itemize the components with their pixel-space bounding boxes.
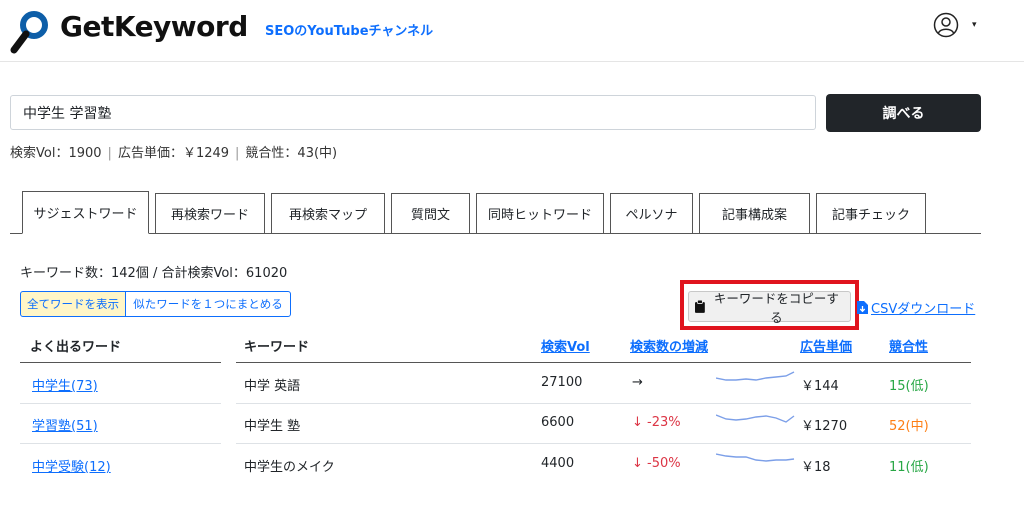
frequent-word-link[interactable]: 中学生(73) [32,375,98,394]
keyword-metrics: 検索Vol：1900 | 広告単価：￥1249 | 競合性：43(中) [10,142,337,161]
volume-sort-header[interactable]: 検索Vol [541,336,590,355]
table-row-volume: 4400 [541,456,575,471]
user-menu-caret-icon[interactable]: ▾ [972,20,977,30]
tab-questions[interactable]: 質問文 [391,193,470,233]
row-divider [236,403,971,404]
competition-sort-header[interactable]: 競合性 [889,336,928,355]
table-row-keyword: 中学生のメイク [244,460,335,475]
table-row-trend: ↓ -23% [632,415,681,430]
row-divider [20,403,221,404]
trend-sparkline [716,453,795,462]
table-header-divider [236,362,971,363]
table-row-competition: 52(中) [889,419,929,434]
logo-text[interactable]: GetKeyword [60,10,248,43]
tab-re-search-words[interactable]: 再検索ワード [155,193,265,233]
row-divider [236,443,971,444]
tab-re-search-map[interactable]: 再検索マップ [271,193,385,233]
youtube-channel-link[interactable]: SEOのYouTubeチャンネル [265,20,433,39]
table-row-volume: 6600 [541,415,575,430]
table-row-keyword: 中学生 塾 [244,419,301,434]
header-divider [0,61,1024,62]
frequent-words-header: よく出るワード [30,340,122,355]
metric-competition: 競合性：43(中) [245,146,338,161]
frequent-word-link[interactable]: 学習塾(51) [32,415,98,434]
keyword-search-input[interactable] [10,95,816,130]
metric-separator: | [107,146,112,161]
table-row-trend: ↓ -50% [632,456,681,471]
magnifier-logo-icon [10,11,48,54]
metric-separator: | [235,146,240,161]
tab-suggest-words[interactable]: サジェストワード [22,191,149,234]
row-divider [20,443,221,444]
user-account-icon[interactable] [933,12,959,38]
highlight-box [680,280,859,330]
tab-article-outline[interactable]: 記事構成案 [699,193,810,233]
search-button[interactable]: 調べる [826,94,981,132]
table-row-keyword: 中学 英語 [244,379,301,394]
table-row-competition: 11(低) [889,460,929,475]
tab-persona[interactable]: ペルソナ [610,193,693,233]
file-download-icon [857,301,868,314]
metric-cpc: 広告単価：￥1249 [117,146,230,161]
group-similar-words-toggle[interactable]: 似たワードを１つにまとめる [125,291,291,317]
frequent-word-link[interactable]: 中学受験(12) [32,456,111,475]
trend-sparkline [716,414,795,423]
table-row-cpc: ￥1270 [801,419,848,434]
table-row-cpc: ￥144 [801,379,839,394]
keyword-column-header: キーワード [244,340,310,355]
csv-download-link[interactable]: CSVダウンロード [857,298,975,317]
table-row-cpc: ￥18 [801,460,831,475]
tab-co-hit-words[interactable]: 同時ヒットワード [476,193,604,233]
table-row-volume: 27100 [541,375,583,390]
tab-article-check[interactable]: 記事チェック [816,193,926,233]
tabs-baseline [10,233,981,234]
show-all-words-toggle[interactable]: 全てワードを表示 [20,291,126,317]
cpc-sort-header[interactable]: 広告単価 [800,336,852,355]
table-row-trend: → [632,375,643,390]
trend-sort-header[interactable]: 検索数の増減 [630,336,708,355]
frequent-header-divider [20,362,221,363]
keyword-count: キーワード数：142個 / 合計検索Vol：61020 [20,266,288,281]
table-row-competition: 15(低) [889,379,929,394]
trend-sparkline [716,371,795,381]
csv-download-label[interactable]: CSVダウンロード [871,298,975,317]
metric-volume: 検索Vol：1900 [10,146,102,161]
